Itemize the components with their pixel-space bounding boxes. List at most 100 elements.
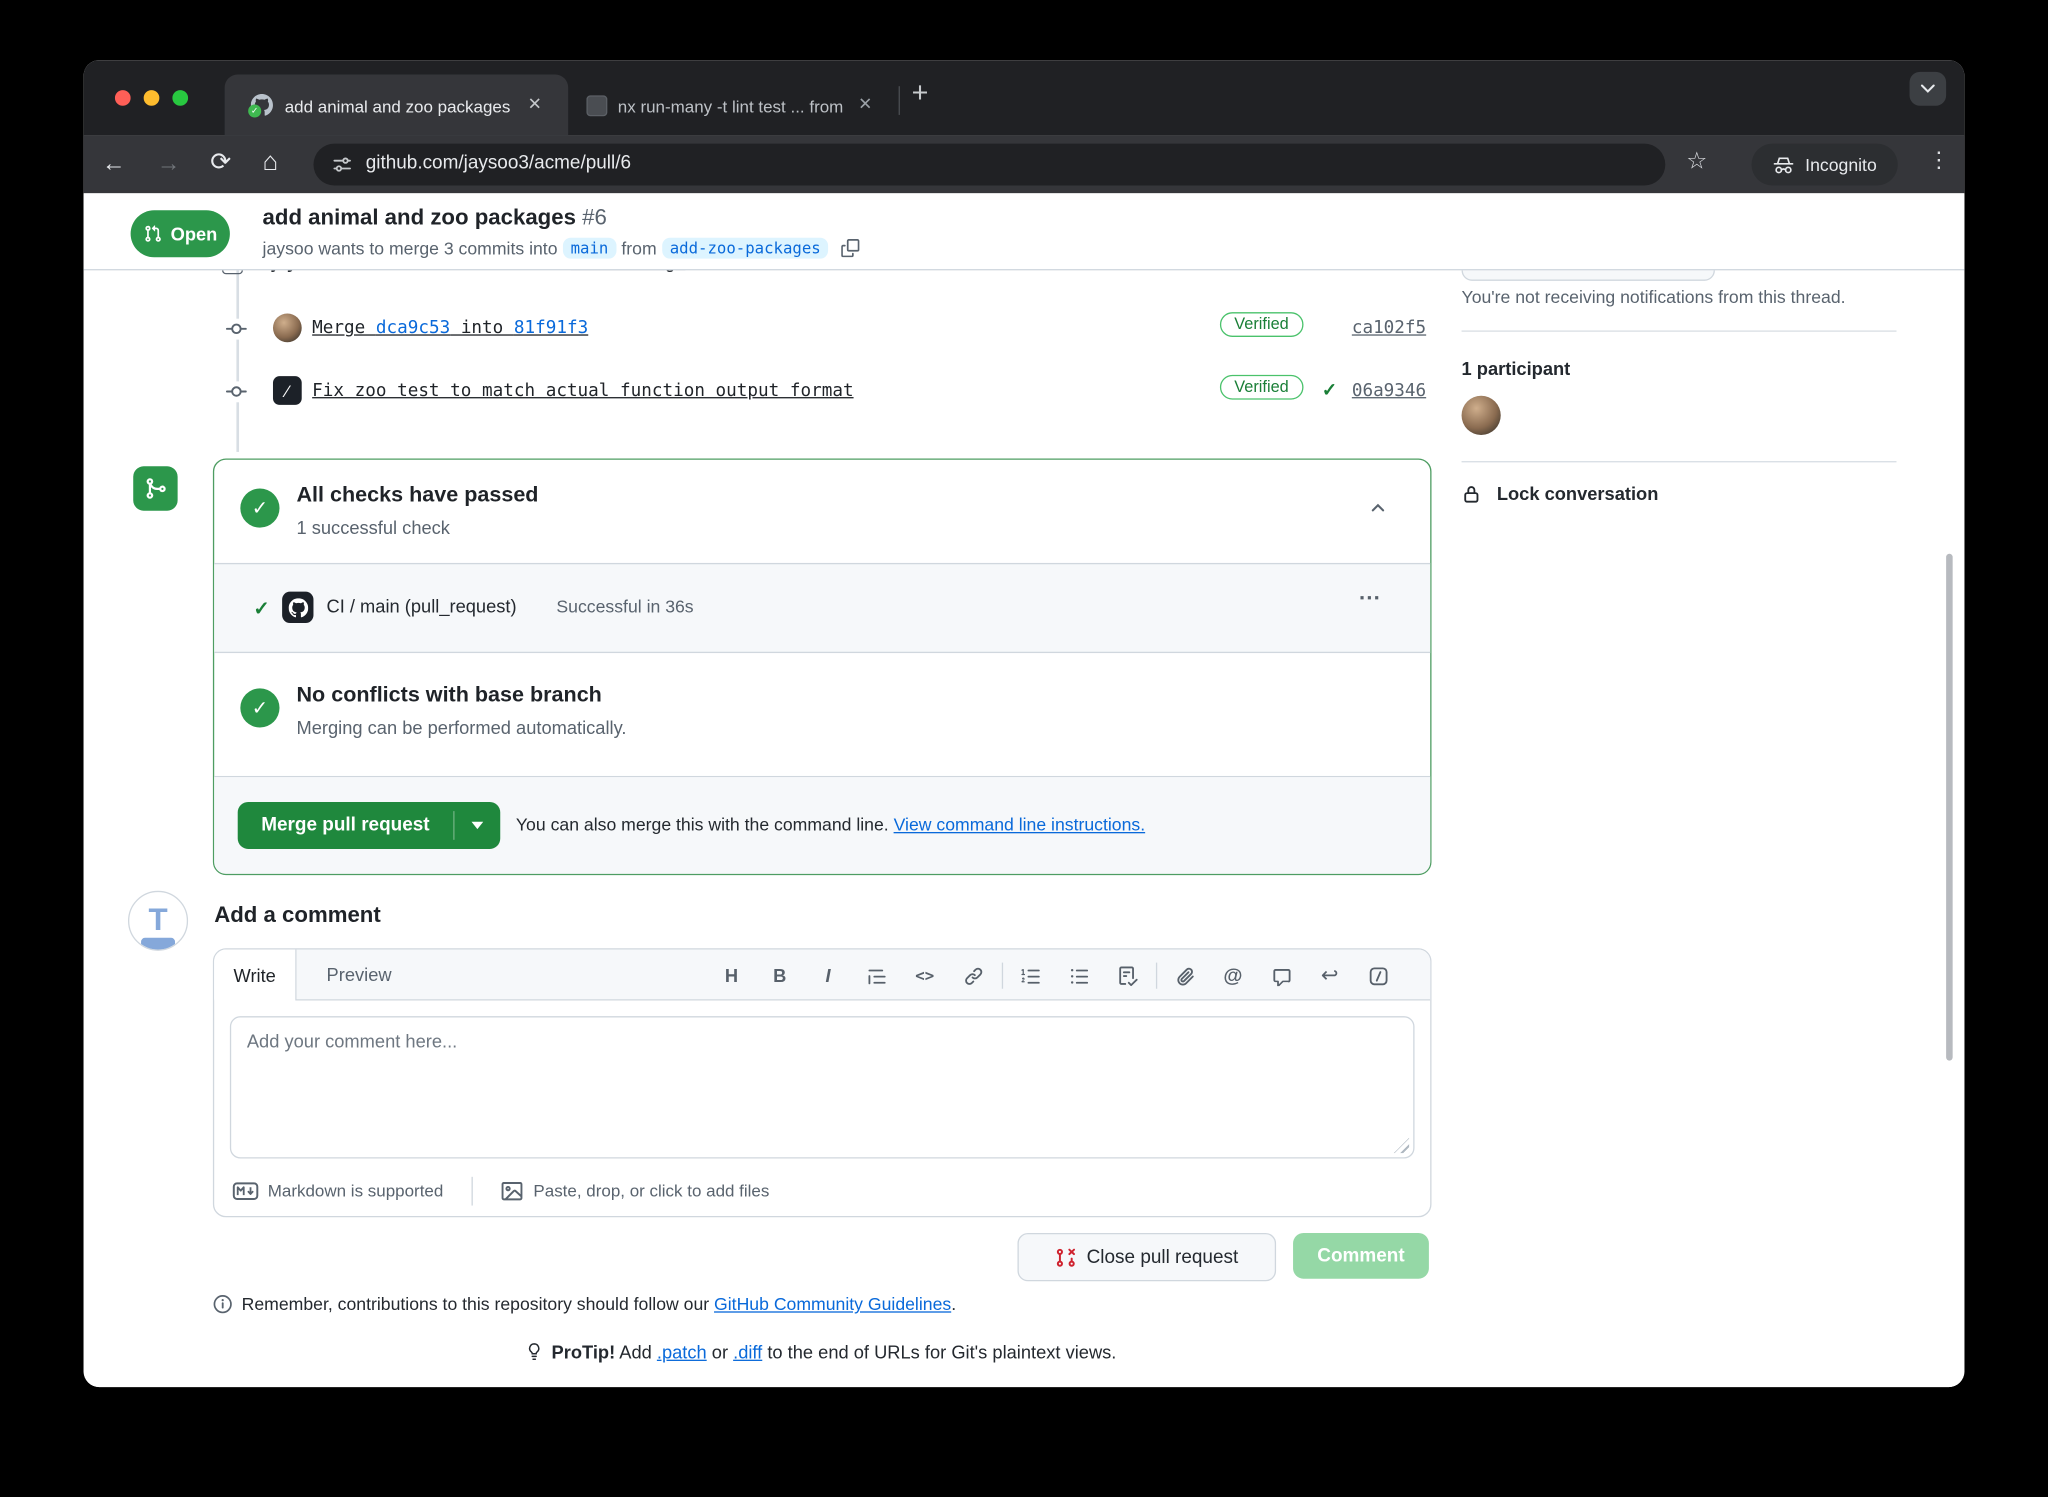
lock-conversation-button[interactable]: Lock conversation (1462, 483, 1659, 504)
check-run-name[interactable]: CI / main (pull_request) (327, 596, 517, 617)
conflicts-title: No conflicts with base branch (296, 683, 601, 708)
pr-title: add animal and zoo packages #6 (263, 205, 607, 231)
cli-merge-hint: You can also merge this with the command… (516, 815, 1145, 835)
bold-icon[interactable]: B (765, 961, 794, 990)
commit-message-link[interactable]: Fix zoo test to match actual function ou… (312, 380, 853, 401)
merge-options-button[interactable] (454, 802, 500, 849)
add-comment-heading: Add a comment (214, 903, 381, 929)
base-branch-label[interactable]: main (563, 238, 616, 259)
image-icon (502, 1180, 523, 1201)
pull-request-closed-icon (1055, 1247, 1076, 1268)
toolbar-divider (1002, 963, 1003, 989)
tab-preview[interactable]: Preview (327, 964, 392, 985)
tab-search-button[interactable] (1910, 72, 1947, 106)
check-run-row[interactable]: ✓ CI / main (pull_request) Successful in… (214, 563, 1430, 653)
merge-status-badge (133, 466, 177, 510)
collapse-checks-button[interactable] (1369, 499, 1387, 517)
address-bar[interactable]: github.com/jaysoo3/acme/pull/6 (313, 144, 1665, 186)
unordered-list-icon[interactable] (1064, 961, 1093, 990)
timeline-rail (236, 269, 239, 452)
commit-sha-link[interactable]: ca102f5 (1352, 317, 1426, 338)
comment-submit-button[interactable]: Comment (1293, 1233, 1429, 1279)
commit-sha-link[interactable]: 06a9346 (1352, 380, 1426, 401)
tab-write[interactable]: Write (214, 950, 296, 1001)
check-icon: ✓ (253, 597, 269, 621)
macos-minimize-button[interactable] (144, 90, 160, 106)
url-text[interactable]: github.com/jaysoo3/acme/pull/6 (366, 153, 631, 174)
checks-section: ✓ All checks have passed 1 successful ch… (214, 460, 1430, 563)
checks-title: All checks have passed (296, 483, 538, 508)
saved-replies-icon[interactable]: ↩ (1315, 961, 1344, 990)
sidebar-divider (1462, 461, 1897, 462)
comment-form-footer: Markdown is supported Paste, drop, or cl… (214, 1165, 1430, 1216)
forward-icon[interactable]: → (157, 152, 181, 176)
diff-link[interactable]: .diff (733, 1341, 762, 1362)
comment-form: Write Preview H B I <> @ ↩ (213, 948, 1432, 1217)
cross-reference-icon[interactable] (1267, 961, 1296, 990)
link-icon[interactable] (959, 961, 988, 990)
tab-close-icon[interactable]: ✕ (528, 94, 542, 115)
attach-file-icon[interactable] (1170, 961, 1199, 990)
task-list-icon[interactable] (1113, 961, 1142, 990)
bookmark-star-icon[interactable]: ☆ (1686, 149, 1707, 173)
commit-row: Merge dca9c53 into 81f91f3 Verified ca10… (84, 313, 1429, 344)
lock-icon (1462, 484, 1482, 504)
patch-link[interactable]: .patch (657, 1341, 707, 1362)
tab-close-icon[interactable]: ✕ (858, 94, 872, 115)
home-icon[interactable]: ⌂ (263, 149, 279, 175)
sidebar-divider (1462, 330, 1897, 331)
copy-branch-icon[interactable] (842, 239, 860, 257)
markdown-icon (232, 1181, 258, 1199)
quote-icon[interactable] (862, 961, 891, 990)
bot-avatar[interactable]: ⁄ (273, 376, 302, 405)
check-run-avatar (282, 592, 313, 623)
code-icon[interactable]: <> (910, 961, 939, 990)
chevron-down-icon (1920, 84, 1936, 94)
pull-request-icon (143, 225, 161, 243)
scrollbar-thumb[interactable] (1946, 554, 1953, 1061)
site-settings-icon[interactable] (332, 154, 353, 175)
commit-message-link[interactable]: Merge dca9c53 into 81f91f3 (312, 317, 588, 338)
check-run-menu-icon[interactable]: ⋯ (1358, 585, 1380, 611)
comment-form-header: Write Preview H B I <> @ ↩ (214, 950, 1430, 1001)
mention-icon[interactable]: @ (1219, 961, 1248, 990)
guidelines-note: Remember, contributions to this reposito… (213, 1294, 956, 1314)
merge-pull-request-button[interactable]: Merge pull request (238, 802, 453, 849)
commit-author-avatar[interactable] (273, 313, 302, 342)
heading-icon[interactable]: H (717, 961, 746, 990)
back-icon[interactable]: ← (102, 152, 126, 176)
verified-badge[interactable]: Verified (1220, 375, 1303, 400)
incognito-badge: Incognito (1752, 144, 1898, 186)
footer-divider (472, 1176, 473, 1205)
reload-icon[interactable]: ⟳ (210, 150, 231, 175)
ordered-list-icon[interactable] (1016, 961, 1045, 990)
conflicts-section: ✓ No conflicts with base branch Merging … (214, 653, 1430, 776)
guidelines-link[interactable]: GitHub Community Guidelines (714, 1294, 951, 1314)
browser-menu-icon[interactable]: ⋮ (1928, 148, 1950, 174)
notifications-note: You're not receiving notifications from … (1462, 287, 1846, 307)
check-icon: ✓ (1322, 379, 1337, 401)
verified-badge[interactable]: Verified (1220, 312, 1303, 337)
comment-textarea[interactable] (230, 1016, 1415, 1158)
markdown-note[interactable]: Markdown is supported (268, 1181, 444, 1201)
cli-instructions-link[interactable]: View command line instructions. (894, 815, 1146, 835)
pr-sticky-header: Open add animal and zoo packages #6 jays… (84, 193, 1965, 270)
tab-title: nx run-many -t lint test ... from (618, 97, 850, 118)
paste-note[interactable]: Paste, drop, or click to add files (533, 1181, 769, 1201)
github-favicon: ✓ (251, 94, 273, 116)
merge-box: ✓ All checks have passed 1 successful ch… (213, 458, 1432, 875)
tab-pr[interactable]: ✓ add animal and zoo packages ✕ (225, 74, 569, 135)
macos-close-button[interactable] (115, 90, 131, 106)
italic-icon[interactable]: I (814, 961, 843, 990)
pr-state-badge: Open (131, 210, 230, 257)
tab-terminal[interactable]: nx run-many -t lint test ... from ✕ (579, 74, 892, 135)
check-run-status: Successful in 36s (556, 597, 693, 617)
caret-down-icon (471, 822, 483, 830)
participants-heading: 1 participant (1462, 358, 1571, 379)
head-branch-label[interactable]: add-zoo-packages (662, 238, 829, 259)
macos-zoom-button[interactable] (172, 90, 188, 106)
participant-avatar[interactable] (1462, 396, 1501, 435)
close-pull-request-button[interactable]: Close pull request (1017, 1233, 1276, 1281)
new-tab-button[interactable]: + (912, 78, 929, 107)
slash-commands-icon[interactable] (1364, 961, 1393, 990)
